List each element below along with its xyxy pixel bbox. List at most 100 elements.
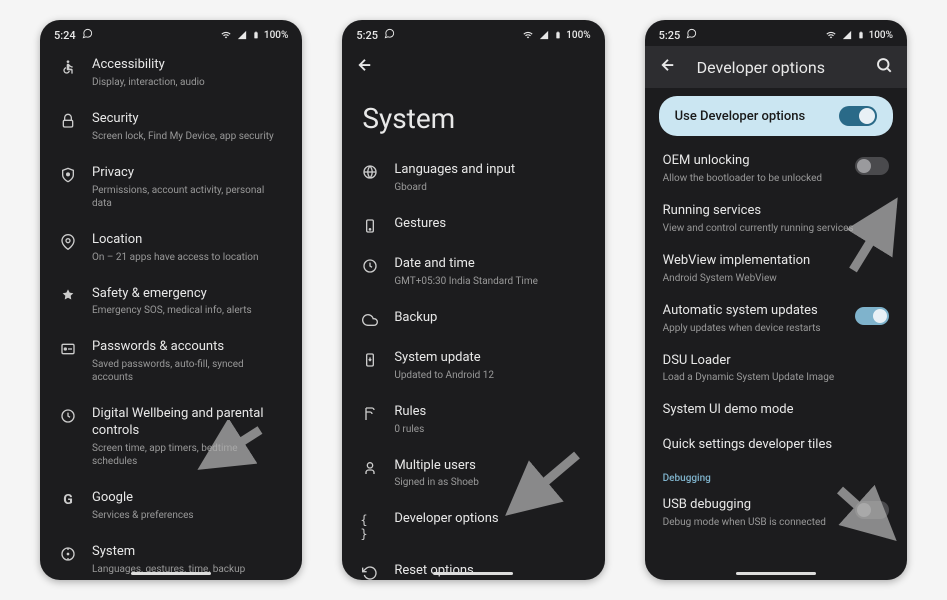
toggle-switch[interactable] <box>855 307 889 325</box>
list-item[interactable]: USB debugging Debug mode when USB is conn… <box>645 488 907 538</box>
item-subtitle: Screen time, app timers, bedtime schedul… <box>92 442 284 468</box>
item-subtitle: Debug mode when USB is connected <box>663 516 847 529</box>
gestures-icon <box>360 216 380 234</box>
item-title: WebView implementation <box>663 253 889 270</box>
item-title: System UI demo mode <box>663 402 889 419</box>
google-icon: G <box>58 490 78 508</box>
list-item[interactable]: Multiple usersSigned in as Shoeb <box>342 447 604 501</box>
item-subtitle: On – 21 apps have access to location <box>92 251 284 264</box>
item-subtitle: Emergency SOS, medical info, alerts <box>92 304 284 317</box>
list-item[interactable]: Quick settings developer tiles <box>645 428 907 463</box>
pill-label: Use Developer options <box>675 109 806 124</box>
header: Developer options <box>645 46 907 88</box>
item-title: Privacy <box>92 165 284 182</box>
update-icon <box>360 350 380 368</box>
location-icon <box>58 232 78 250</box>
item-subtitle: 0 rules <box>394 423 586 436</box>
list-item[interactable]: Reset options <box>342 552 604 580</box>
signal-icon <box>236 30 248 40</box>
list-item[interactable]: Automatic system updates Apply updates wh… <box>645 294 907 344</box>
privacy-icon <box>58 165 78 183</box>
item-subtitle: Saved passwords, auto-fill, synced accou… <box>92 358 284 384</box>
item-title: Location <box>92 232 284 249</box>
item-title: Date and time <box>394 256 586 273</box>
item-title: System <box>92 544 284 561</box>
item-title: Multiple users <box>394 458 586 475</box>
wellbeing-icon <box>58 406 78 424</box>
list-item[interactable]: AccessibilityDisplay, interaction, audio <box>40 46 302 100</box>
list-item[interactable]: Digital Wellbeing and parental controlsS… <box>40 395 302 479</box>
list-item[interactable]: System updateUpdated to Android 12 <box>342 339 604 393</box>
status-bar: 5:24 100% <box>40 20 302 46</box>
item-title: Running services <box>663 203 889 220</box>
search-button[interactable] <box>875 56 893 78</box>
reset-icon <box>360 563 380 580</box>
item-subtitle: Screen lock, Find My Device, app securit… <box>92 130 284 143</box>
developer-icon: { } <box>360 511 380 541</box>
list-item[interactable]: Safety & emergencyEmergency SOS, medical… <box>40 275 302 329</box>
item-title: Automatic system updates <box>663 303 847 320</box>
wifi-icon <box>522 30 534 40</box>
item-subtitle: Apply updates when device restarts <box>663 322 847 335</box>
list-item[interactable]: System UI demo mode <box>645 393 907 428</box>
battery-icon <box>857 29 865 41</box>
wifi-icon <box>220 30 232 40</box>
list-item[interactable]: Date and time GMT+05:30 India Standard Ti… <box>342 245 604 299</box>
back-button[interactable] <box>356 56 374 78</box>
list-item[interactable]: Privacy Permissions, account activity, pe… <box>40 154 302 221</box>
status-time: 5:24 <box>54 29 76 42</box>
item-title: Security <box>92 111 284 128</box>
item-subtitle: Signed in as Shoeb <box>394 476 586 489</box>
item-title: Digital Wellbeing and parental controls <box>92 406 284 440</box>
item-subtitle: GMT+05:30 India Standard Time <box>394 275 586 288</box>
list-item[interactable]: GGoogleServices & preferences <box>40 479 302 533</box>
item-title: Google <box>92 490 284 507</box>
list-item[interactable]: Running servicesView and control current… <box>645 194 907 244</box>
list-item[interactable]: OEM unlockingAllow the bootloader to be … <box>645 144 907 194</box>
use-developer-options-toggle[interactable]: Use Developer options <box>659 96 893 136</box>
whatsapp-icon <box>686 28 697 42</box>
battery-icon <box>554 29 562 41</box>
nav-indicator <box>131 572 211 575</box>
battery-icon <box>252 29 260 41</box>
emergency-icon <box>58 286 78 304</box>
signal-icon <box>841 30 853 40</box>
backup-icon <box>360 310 380 328</box>
phone-developer-options: 5:25 100% Developer options Use Develope… <box>645 20 907 580</box>
list-item[interactable]: WebView implementationAndroid System Web… <box>645 244 907 294</box>
toggle-switch[interactable] <box>855 501 889 519</box>
whatsapp-icon <box>384 28 395 42</box>
item-title: OEM unlocking <box>663 153 847 170</box>
item-subtitle: Permissions, account activity, personal … <box>92 184 284 210</box>
list-item[interactable]: Gestures <box>342 205 604 245</box>
item-title: Quick settings developer tiles <box>663 437 889 454</box>
battery-percent: 100% <box>264 30 288 41</box>
list-item[interactable]: Location On – 21 apps have access to loca… <box>40 221 302 275</box>
battery-percent: 100% <box>566 30 590 41</box>
item-title: Rules <box>394 404 586 421</box>
list-item[interactable]: Security Screen lock, Find My Device, app… <box>40 100 302 154</box>
battery-percent: 100% <box>869 30 893 41</box>
passwords-icon <box>58 339 78 357</box>
list-item[interactable]: Rules 0 rules <box>342 393 604 447</box>
list-item[interactable]: Languages and inputGboard <box>342 151 604 205</box>
list-item[interactable]: DSU LoaderLoad a Dynamic System Update I… <box>645 344 907 394</box>
item-title: Gestures <box>394 216 586 233</box>
item-title: Developer options <box>394 511 586 528</box>
toggle-switch[interactable] <box>855 157 889 175</box>
item-title: USB debugging <box>663 497 847 514</box>
list-item[interactable]: Passwords & accounts Saved passwords, aut… <box>40 328 302 395</box>
phone-settings: 5:24 100% AccessibilityDisplay, interact… <box>40 20 302 580</box>
back-button[interactable] <box>659 56 677 78</box>
item-title: DSU Loader <box>663 353 889 370</box>
list-item[interactable]: Backup <box>342 299 604 339</box>
list-item[interactable]: { } Developer options <box>342 500 604 552</box>
item-subtitle: Load a Dynamic System Update Image <box>663 371 889 384</box>
lock-icon <box>58 111 78 129</box>
language-icon <box>360 162 380 180</box>
clock-icon <box>360 256 380 274</box>
system-icon <box>58 544 78 562</box>
wifi-icon <box>825 30 837 40</box>
item-title: Passwords & accounts <box>92 339 284 356</box>
section-header-debugging: Debugging <box>645 463 907 488</box>
